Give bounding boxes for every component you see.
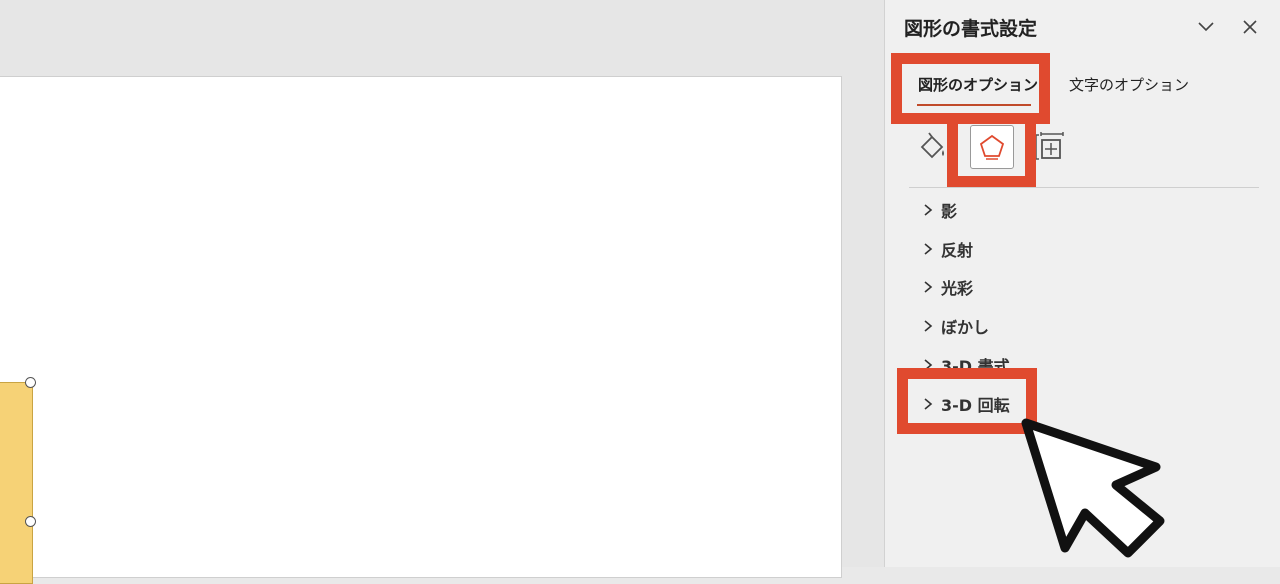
slide-canvas-area [0,0,884,584]
pane-title: 図形の書式設定 [904,18,1038,40]
tab-shape-options[interactable]: 図形のオプション [918,74,1038,95]
section-shadow[interactable]: 影 [921,198,957,222]
tab-text-options[interactable]: 文字のオプション [1069,74,1189,95]
chevron-right-icon [924,281,933,293]
resize-handle-top-right[interactable] [25,377,36,388]
close-pane-button[interactable] [1237,14,1263,40]
chevron-right-icon [924,398,933,410]
section-label: 影 [941,202,958,221]
resize-handle-middle-right[interactable] [25,516,36,527]
section-reflection[interactable]: 反射 [921,237,973,261]
size-layout-icon [1035,132,1064,160]
slide[interactable] [0,76,842,578]
active-tab-underline [917,104,1031,106]
chevron-right-icon [924,320,933,332]
section-label: 3-D 回転 [941,396,1010,415]
fill-line-tab[interactable] [915,128,951,164]
selected-shape[interactable] [0,382,33,584]
chevron-down-icon [1198,22,1214,32]
section-label: ぼかし [941,318,990,337]
close-icon [1243,20,1257,34]
size-properties-tab[interactable] [1031,128,1067,164]
section-3d-rotation[interactable]: 3-D 回転 [921,392,1010,416]
mouse-pointer-icon [1021,418,1165,558]
section-label: 光彩 [941,279,974,298]
section-glow[interactable]: 光彩 [921,275,973,299]
chevron-right-icon [924,243,933,255]
pane-options-button[interactable] [1193,14,1219,40]
chevron-right-icon [924,204,933,216]
pane-divider [909,187,1259,188]
section-3d-format[interactable]: 3-D 書式 [921,353,1010,377]
pentagon-effects-icon [979,134,1005,160]
fill-bucket-icon [920,132,944,159]
section-soft-edges[interactable]: ぼかし [921,314,989,338]
chevron-right-icon [924,359,933,371]
section-label: 3-D 書式 [941,357,1010,376]
section-label: 反射 [941,241,974,260]
effects-tab[interactable] [970,125,1014,169]
